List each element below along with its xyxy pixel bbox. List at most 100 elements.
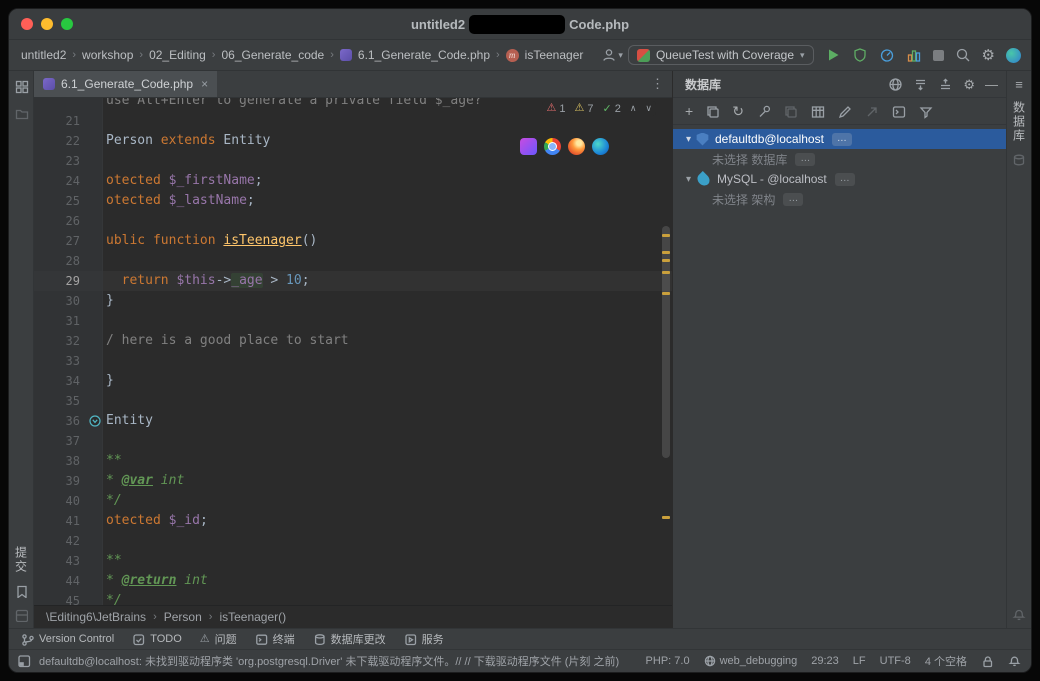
line-number[interactable]: 25	[34, 191, 88, 211]
line-number[interactable]: 33	[34, 351, 88, 371]
chevron-down-icon[interactable]: ▾	[681, 134, 696, 145]
run-with-coverage-button[interactable]	[852, 47, 868, 63]
tool-window-button-terminal[interactable]: 终端	[255, 631, 295, 647]
line-number[interactable]: 43	[34, 551, 88, 571]
tool-window-button-database-changes[interactable]: 数据库更改	[313, 631, 386, 647]
commit-tool-button[interactable]: 提交	[13, 546, 30, 574]
code-line[interactable]: 26	[34, 211, 672, 231]
warning-stripe-mark[interactable]	[662, 292, 670, 295]
line-number[interactable]: 28	[34, 251, 88, 271]
tool-window-button-problems[interactable]: ⚠ 问题	[200, 631, 237, 647]
layers-tool-button[interactable]	[1012, 153, 1026, 167]
nav-crumb-06-generate-code[interactable]: 06_Generate_code	[221, 48, 324, 62]
close-tab-icon[interactable]: ×	[201, 77, 208, 91]
code-line[interactable]: 35	[34, 391, 672, 411]
settings-gear-icon[interactable]: ⚙	[982, 48, 995, 63]
line-number[interactable]: 42	[34, 531, 88, 551]
encoding-widget[interactable]: UTF-8	[880, 655, 911, 667]
inspections-widget[interactable]: ⚠1 ⚠7 ✓2 ∧ ∨	[542, 101, 656, 116]
ellipsis-badge[interactable]: …	[783, 193, 803, 206]
run-button[interactable]	[825, 47, 841, 63]
line-number[interactable]: 45	[34, 591, 88, 605]
nav-crumb-method[interactable]: isTeenager	[525, 48, 584, 62]
code-line[interactable]: 39* @var int	[34, 471, 672, 491]
line-number[interactable]	[34, 98, 88, 111]
code-line[interactable]: 24otected $_firstName;	[34, 171, 672, 191]
firefox-icon[interactable]	[568, 138, 585, 155]
lock-icon[interactable]	[981, 655, 994, 668]
close-window-button[interactable]	[21, 18, 33, 30]
ellipsis-badge[interactable]: …	[795, 153, 815, 166]
warning-stripe-mark[interactable]	[662, 516, 670, 519]
breadcrumb-method[interactable]: isTeenager()	[219, 610, 286, 624]
code-editor[interactable]: use Alt+Enter to generate a private fiel…	[34, 98, 672, 605]
tool-window-button-services[interactable]: 服务	[404, 631, 444, 647]
indent-widget[interactable]: 4 个空格	[925, 653, 967, 669]
line-number[interactable]: 39	[34, 471, 88, 491]
nav-crumb-project[interactable]: untitled2	[21, 48, 66, 62]
line-number[interactable]: 24	[34, 171, 88, 191]
status-message[interactable]: defaultdb@localhost: 未找到驱动程序类 'org.postg…	[39, 653, 632, 669]
bookmark-icon[interactable]	[14, 584, 28, 598]
php-version-widget[interactable]: PHP: 7.0	[646, 655, 690, 667]
previous-issue-button[interactable]: ∧	[630, 103, 637, 114]
table-view-icon[interactable]	[810, 104, 825, 119]
code-line[interactable]: 41otected $_id;	[34, 511, 672, 531]
line-number[interactable]: 30	[34, 291, 88, 311]
code-line[interactable]: 30}	[34, 291, 672, 311]
duplicate-icon[interactable]	[705, 104, 720, 119]
breadcrumb-class[interactable]: Person	[164, 610, 202, 624]
ellipsis-badge[interactable]: …	[835, 173, 855, 186]
line-number[interactable]: 36	[34, 411, 88, 431]
ok-count[interactable]: ✓2	[602, 102, 620, 115]
expand-all-icon[interactable]	[913, 77, 928, 92]
db-tree-row[interactable]: 未选择 数据库…	[673, 149, 1006, 169]
code-line[interactable]: 43**	[34, 551, 672, 571]
code-line[interactable]: 44* @return int	[34, 571, 672, 591]
search-everywhere-button[interactable]	[955, 47, 971, 63]
subclassed-gutter-icon[interactable]	[89, 415, 101, 427]
breadcrumb-path[interactable]: \Editing6\JetBrains	[46, 610, 146, 624]
line-number[interactable]: 37	[34, 431, 88, 451]
warning-stripe-mark[interactable]	[662, 271, 670, 274]
refresh-icon[interactable]: ↻	[732, 104, 744, 118]
line-number[interactable]: 41	[34, 511, 88, 531]
code-line[interactable]: 34}	[34, 371, 672, 391]
line-number[interactable]: 26	[34, 211, 88, 231]
code-line[interactable]: 31	[34, 311, 672, 331]
profiler-button[interactable]	[879, 47, 895, 63]
bell-icon[interactable]	[1008, 655, 1021, 668]
code-with-me-icon[interactable]	[1006, 48, 1021, 63]
code-line[interactable]: 29 return $this->_age > 10;	[34, 271, 672, 291]
code-line[interactable]: 32/ here is a good place to start	[34, 331, 672, 351]
line-number[interactable]: 27	[34, 231, 88, 251]
line-number[interactable]: 23	[34, 151, 88, 171]
server-widget[interactable]: web_debugging	[704, 655, 798, 667]
hide-panel-icon[interactable]: —	[985, 77, 998, 92]
error-count[interactable]: ⚠1	[546, 103, 565, 115]
phpstorm-browser-icon[interactable]	[520, 138, 537, 155]
filter-funnel-icon[interactable]	[918, 104, 933, 119]
warning-stripe-mark[interactable]	[662, 259, 670, 262]
line-number[interactable]: 44	[34, 571, 88, 591]
user-account-button[interactable]: ▾	[601, 47, 623, 63]
line-number[interactable]: 40	[34, 491, 88, 511]
db-tree-row[interactable]: 未选择 架构…	[673, 189, 1006, 209]
notifications-tool-button[interactable]	[1012, 608, 1026, 622]
db-tree-row[interactable]: ▾defaultdb@localhost…	[673, 129, 1006, 149]
code-line[interactable]: 36Entity	[34, 411, 672, 431]
stop-button[interactable]	[933, 50, 944, 61]
line-separator-widget[interactable]: LF	[853, 655, 866, 667]
warning-count[interactable]: ⚠7	[574, 103, 593, 115]
folder-tool-button[interactable]	[14, 106, 29, 121]
nav-crumb-file[interactable]: 6.1_Generate_Code.php	[358, 48, 490, 62]
project-tool-button[interactable]	[14, 79, 29, 94]
line-number[interactable]: 32	[34, 331, 88, 351]
line-number[interactable]: 31	[34, 311, 88, 331]
menu-hamburger-icon[interactable]: ≡	[1015, 78, 1023, 91]
chevron-down-icon[interactable]: ▾	[681, 174, 696, 185]
code-line[interactable]: 45*/	[34, 591, 672, 605]
line-number[interactable]: 34	[34, 371, 88, 391]
editor-tab-active[interactable]: 6.1_Generate_Code.php ×	[34, 71, 217, 97]
code-line[interactable]: 33	[34, 351, 672, 371]
